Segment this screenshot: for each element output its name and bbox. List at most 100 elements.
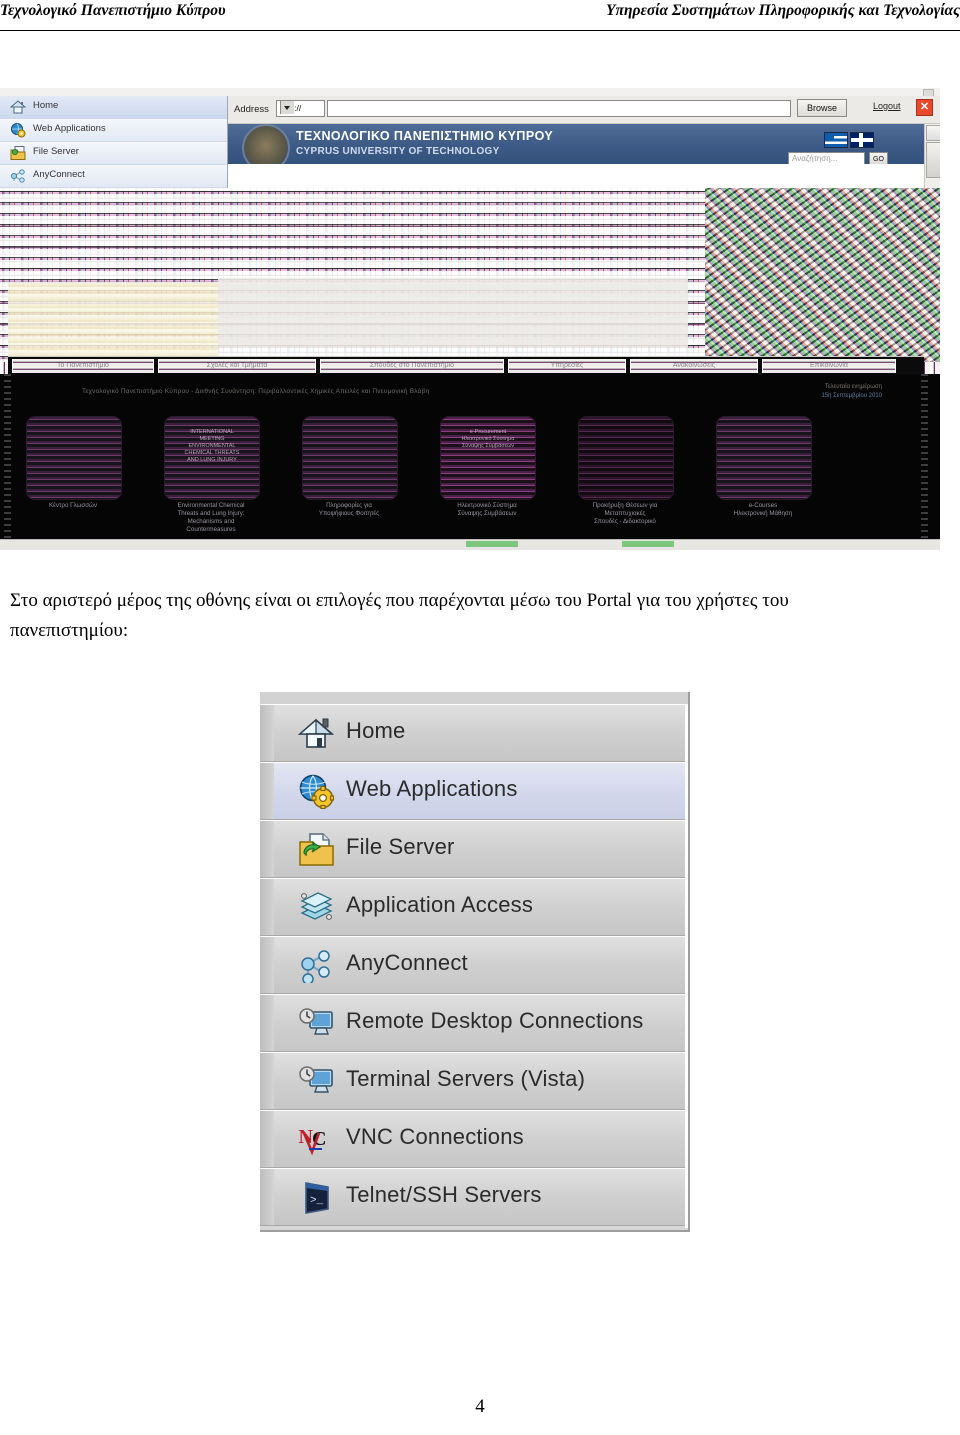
menu-item-web-applications[interactable]: Web Applications xyxy=(260,762,688,820)
vnc-logo-icon: N C xyxy=(299,1126,326,1156)
menu-item-telnet-ssh-servers[interactable]: >_ Telnet/SSH Servers xyxy=(260,1168,688,1226)
tile-caption: Environmental Chemical Threats and Lung … xyxy=(177,502,245,533)
globe-gear-icon xyxy=(11,123,26,138)
university-seal-icon xyxy=(242,124,290,164)
row-gutter xyxy=(260,937,274,993)
menu-item-label: Terminal Servers (Vista) xyxy=(346,1066,586,1091)
portal-menu-figure: Home Web Applications File Server Applic… xyxy=(260,692,690,1232)
folder-file-icon xyxy=(299,833,334,866)
menu-item-label: Home xyxy=(346,718,406,743)
captured-sidebar-item-file-server[interactable]: File Server xyxy=(0,142,227,165)
tile-caption: e-Courses Ηλεκτρονική Μάθηση xyxy=(733,502,793,517)
tile-inner-text: INTERNATIONAL MEETING ENVIRONMENTAL CHEM… xyxy=(184,429,240,463)
menu-item-label: Remote Desktop Connections xyxy=(346,1008,644,1033)
captured-navbar: Το Πανεπιστήμιο Σχολές και Τμήματα Σπουδ… xyxy=(8,356,924,375)
star-tile-icon[interactable]: e-Procurement Ηλεκτρονικό Σύστημα Σύναψη… xyxy=(440,416,536,500)
brochure-tile-icon[interactable] xyxy=(302,416,398,500)
flag-greece-icon[interactable] xyxy=(824,132,848,148)
browse-button[interactable]: Browse xyxy=(797,99,847,117)
navbar-item[interactable]: Υπηρεσίες xyxy=(508,359,626,373)
moodle-tile-icon[interactable] xyxy=(716,416,812,500)
menu-top-rail xyxy=(260,692,688,704)
menu-item-label: VNC Connections xyxy=(346,1124,524,1149)
poster-tile-icon[interactable]: INTERNATIONAL MEETING ENVIRONMENTAL CHEM… xyxy=(164,416,260,500)
row-gutter xyxy=(260,763,274,819)
row-gutter xyxy=(260,821,274,877)
corrupted-region-right xyxy=(705,188,940,362)
body-paragraph: Στο αριστερό μέρος της οθόνης είναι οι ε… xyxy=(10,590,789,641)
monitor-clock-icon xyxy=(299,1008,333,1035)
navbar-item[interactable]: Επικοινωνία xyxy=(762,359,896,373)
logo-strip-updated-date: 15η Σεπτεμβρίου 2010 xyxy=(821,393,882,399)
menu-item-remote-desktop-connections[interactable]: Remote Desktop Connections xyxy=(260,994,688,1052)
search-input[interactable]: Αναζήτηση... xyxy=(788,152,865,164)
scrollbar-thumb[interactable] xyxy=(926,142,940,178)
menu-item-application-access[interactable]: Application Access xyxy=(260,878,688,936)
search-placeholder: Αναζήτηση... xyxy=(792,154,838,163)
page-header: Τεχνολογικό Πανεπιστήμιο Κύπρου Υπηρεσία… xyxy=(0,0,960,31)
menu-item-label: Web Applications xyxy=(346,776,518,801)
banner-title-english: CYPRUS UNIVERSITY OF TECHNOLOGY xyxy=(296,146,500,157)
row-gutter xyxy=(260,705,274,761)
chevron-down-icon[interactable] xyxy=(280,101,294,114)
navbar-item[interactable]: Σχολές και Τμήματα xyxy=(158,359,316,373)
captured-sidebar-item-anyconnect[interactable]: AnyConnect xyxy=(0,165,227,188)
menu-item-anyconnect[interactable]: AnyConnect xyxy=(260,936,688,994)
logout-link[interactable]: Logout xyxy=(873,101,901,111)
address-label: Address xyxy=(234,104,269,115)
terminal-icon: >_ xyxy=(305,1182,329,1214)
captured-sidebar-item-home[interactable]: Home xyxy=(0,96,227,119)
flag-uk-icon[interactable] xyxy=(850,132,874,148)
browser-status-bar xyxy=(0,539,940,550)
menu-item-file-server[interactable]: File Server xyxy=(260,820,688,878)
row-gutter xyxy=(260,1053,274,1109)
protocol-select[interactable]: http:// xyxy=(276,100,325,117)
strip-edge-right xyxy=(921,374,928,550)
strip-edge-left xyxy=(4,374,11,550)
folder-file-icon xyxy=(10,146,26,160)
corrupted-image-band xyxy=(0,188,940,362)
tile-caption: Ηλεκτρονικό Σύστημα Σύναψης Συμβάσεων xyxy=(457,502,517,517)
layers-icon xyxy=(300,892,333,920)
menu-item-vnc-connections[interactable]: N C VNC Connections xyxy=(260,1110,688,1168)
portal-screenshot-figure: Home Web Applications File Server AnyCon… xyxy=(0,88,940,550)
row-gutter xyxy=(260,995,274,1051)
home-icon xyxy=(10,100,26,114)
photo-tile-icon[interactable] xyxy=(26,416,122,500)
captured-address-bar: Address http:// Browse Logout ✕ xyxy=(228,96,940,124)
captured-sidebar-label: Web Applications xyxy=(33,123,106,134)
captured-logo-strip: Τεχνολογικό Πανεπιστήμιο Κύπρου - Διεθνή… xyxy=(0,374,940,550)
banner-title-greek: ΤΕΧΝΟΛΟΓΙΚΟ ΠΑΝΕΠΙΣΤΗΜΙΟ ΚΥΠΡΟΥ xyxy=(296,129,554,143)
tile-caption: Κέντρο Γλωσσών xyxy=(49,502,97,509)
url-input[interactable] xyxy=(327,100,791,117)
menu-item-home[interactable]: Home xyxy=(260,704,688,762)
menu-item-terminal-servers-vista[interactable]: Terminal Servers (Vista) xyxy=(260,1052,688,1110)
captured-sidebar-label: AnyConnect xyxy=(33,169,85,180)
tile-inner-text: e-Procurement Ηλεκτρονικό Σύστημα Σύναψη… xyxy=(461,429,515,449)
navbar-item[interactable]: Σπουδές στο Πανεπιστήμιο xyxy=(320,359,504,373)
captured-sidebar-item-web-applications[interactable]: Web Applications xyxy=(0,119,227,142)
burst-tile-icon[interactable] xyxy=(578,416,674,500)
logo-strip-headline: Τεχνολογικό Πανεπιστήμιο Κύπρου - Διεθνή… xyxy=(82,388,430,395)
row-gutter xyxy=(260,879,274,935)
scroll-up-icon[interactable] xyxy=(926,125,940,141)
captured-portal-banner: ΤΕΧΝΟΛΟΓΙΚΟ ΠΑΝΕΠΙΣΤΗΜΙΟ ΚΥΠΡΟΥ CYPRUS U… xyxy=(228,124,924,164)
navbar-item[interactable]: Ανακοινώσεις xyxy=(630,359,758,373)
home-icon xyxy=(298,718,334,748)
tile-caption: Πληροφορίες για Υποψήφιους Φοιτητές xyxy=(318,502,380,517)
captured-sidebar-label: Home xyxy=(33,100,59,111)
menu-item-label: File Server xyxy=(346,834,455,859)
menu-item-label: Telnet/SSH Servers xyxy=(346,1182,542,1207)
header-left-title: Τεχνολογικό Πανεπιστήμιο Κύπρου xyxy=(0,2,226,19)
tile-caption: Προκήρυξη Θέσεων για Μεταπτυχιακές Σπουδ… xyxy=(592,502,658,525)
header-right-title: Υπηρεσία Συστημάτων Πληροφορικής και Τεχ… xyxy=(606,2,960,19)
menu-item-label: AnyConnect xyxy=(346,950,468,975)
page-number: 4 xyxy=(475,1396,485,1417)
close-icon[interactable]: ✕ xyxy=(916,99,933,116)
corrupted-panel-yellow xyxy=(8,283,218,362)
navbar-item[interactable]: Το Πανεπιστήμιο xyxy=(12,359,154,373)
captured-sidebar-label: File Server xyxy=(33,146,79,157)
network-nodes-icon xyxy=(10,169,25,183)
search-go-button[interactable]: GO xyxy=(869,152,888,164)
network-nodes-icon xyxy=(301,950,330,983)
